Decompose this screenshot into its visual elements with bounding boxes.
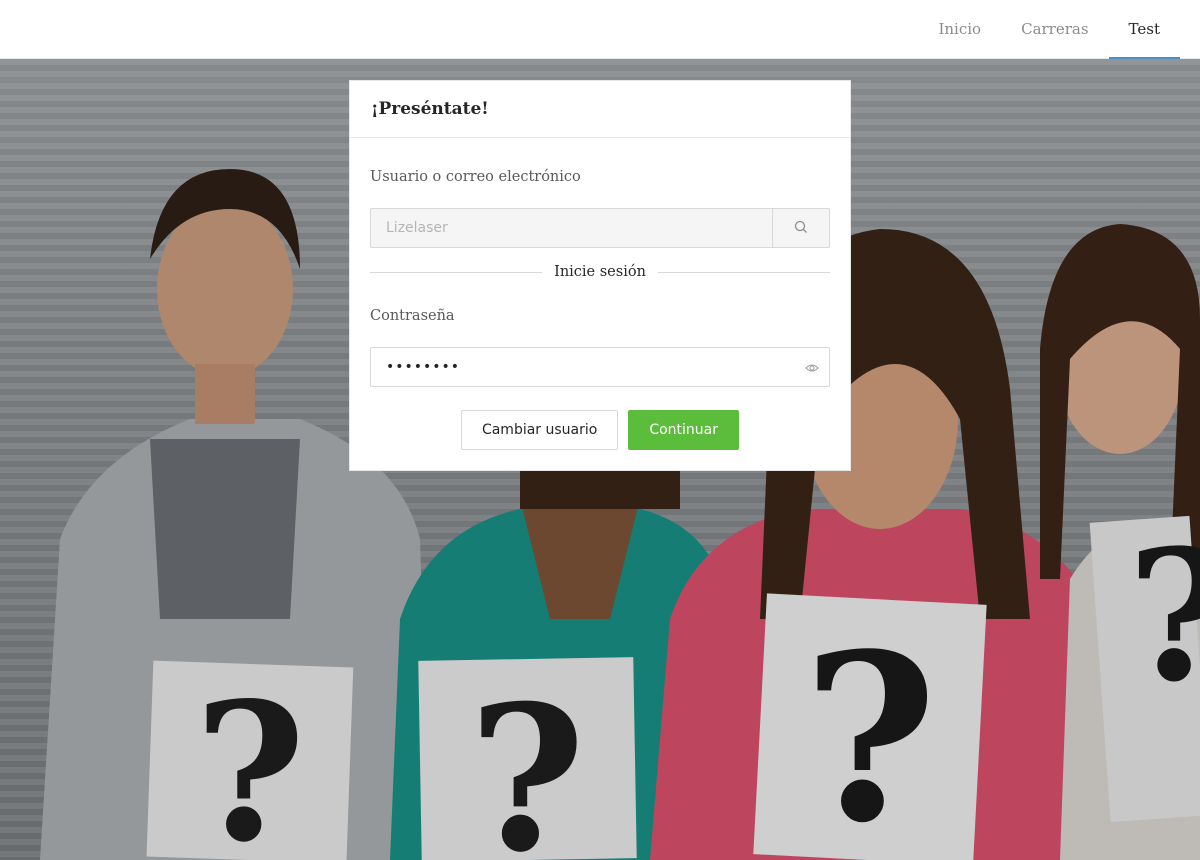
search-icon (794, 219, 808, 238)
change-user-button[interactable]: Cambiar usuario (460, 410, 619, 450)
username-label: Usuario o correo electrónico (370, 169, 581, 185)
login-divider: Inicie sesión (370, 262, 831, 282)
username-input-group (370, 208, 830, 248)
username-input[interactable] (370, 208, 772, 248)
divider-text: Inicie sesión (554, 264, 646, 280)
nav-item-inicio[interactable]: Inicio (918, 0, 1001, 59)
divider-line-left (370, 271, 543, 273)
password-field (370, 347, 830, 387)
password-input[interactable] (371, 348, 795, 386)
eye-icon (805, 358, 819, 377)
card-title: ¡Preséntate! (371, 99, 489, 119)
login-card: ¡Preséntate! Usuario o correo electrónic… (349, 80, 851, 471)
top-navbar: Inicio Carreras Test (0, 0, 1200, 59)
toggle-password-visibility[interactable] (795, 348, 829, 386)
password-label: Contraseña (370, 308, 455, 324)
card-header: ¡Preséntate! (350, 81, 850, 138)
main-nav: Inicio Carreras Test (918, 0, 1180, 59)
nav-item-carreras[interactable]: Carreras (1001, 0, 1108, 59)
action-buttons: Cambiar usuario Continuar (350, 410, 850, 450)
continue-button[interactable]: Continuar (628, 410, 740, 450)
divider-line-right (657, 271, 831, 273)
nav-item-test[interactable]: Test (1108, 0, 1180, 59)
search-button[interactable] (772, 208, 830, 248)
